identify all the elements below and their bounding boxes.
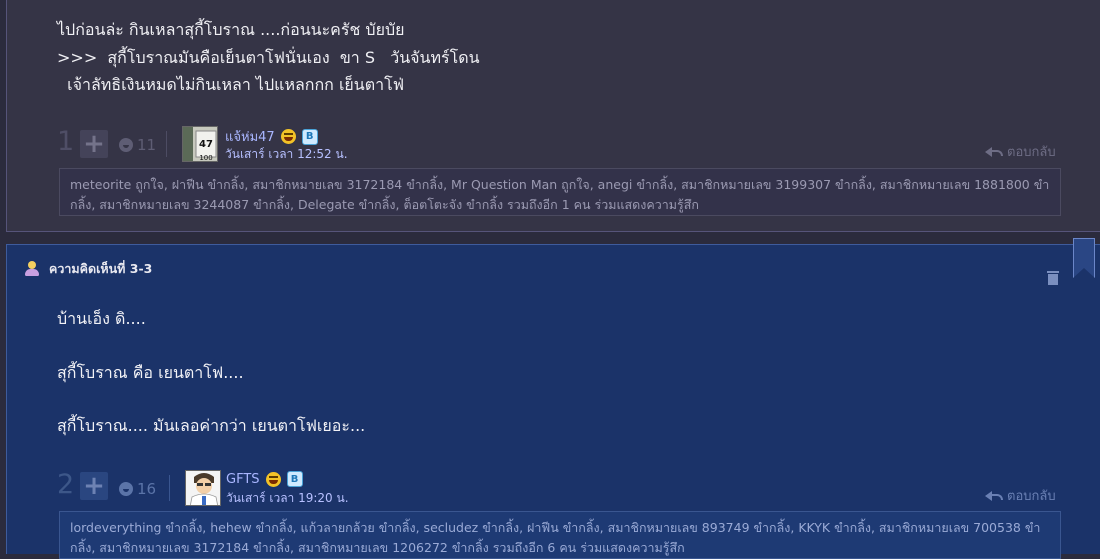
comment-number: ความคิดเห็นที่ 3-3 bbox=[49, 261, 153, 276]
avatar-image: 47 100 bbox=[183, 127, 217, 162]
comment-line: ไปก่อนล่ะ กินเหลาสุกี้โบราณ ....ก่อนนะคร… bbox=[57, 20, 405, 39]
comment-body: ไปก่อนล่ะ กินเหลาสุกี้โบราณ ....ก่อนนะคร… bbox=[57, 16, 480, 99]
reactions-summary: lordeverything ขำกลิ้ง, hehew ขำกลิ้ง, แ… bbox=[59, 511, 1061, 559]
blog-badge-icon[interactable]: B bbox=[301, 128, 318, 145]
trash-icon[interactable] bbox=[1047, 271, 1059, 285]
author-name[interactable]: GFTS bbox=[226, 472, 260, 487]
emotion-counter[interactable]: 16 bbox=[119, 480, 156, 498]
emotion-counter[interactable]: 11 bbox=[119, 136, 156, 154]
avatar[interactable]: 47 100 bbox=[182, 126, 218, 162]
plus-icon: + bbox=[83, 471, 105, 501]
reply-arrow-icon bbox=[985, 490, 1003, 502]
blog-badge-icon[interactable]: B bbox=[286, 471, 303, 487]
reply-button[interactable]: ตอบกลับ bbox=[985, 141, 1056, 162]
author-name[interactable]: แจ้ห่ม47 bbox=[225, 126, 275, 147]
author-line: แจ้ห่ม47 B bbox=[225, 126, 318, 147]
comment-line: เจ้าลัทธิเงินหมดไม่กินเหลา ไปแหลกกก เย็น… bbox=[57, 75, 405, 94]
post-time: วันเสาร์ เวลา 12:52 น. bbox=[225, 147, 348, 161]
comment-line: บ้านเอ็ง ดิ.... bbox=[57, 309, 146, 328]
reactions-summary: meteorite ถูกใจ, ฝาฟีน ขำกลิ้ง, สมาชิกหม… bbox=[59, 168, 1061, 216]
user-icon bbox=[25, 261, 39, 277]
emotion-face-icon bbox=[119, 482, 133, 496]
svg-text:47: 47 bbox=[199, 139, 213, 150]
reply-label: ตอบกลับ bbox=[1007, 489, 1056, 504]
plus-vote-button[interactable]: + bbox=[80, 472, 108, 500]
divider bbox=[166, 131, 167, 157]
svg-text:100: 100 bbox=[199, 154, 212, 162]
comment-header: ความคิดเห็นที่ 3-3 bbox=[25, 259, 152, 279]
avatar-image bbox=[186, 471, 220, 505]
reply-arrow-icon bbox=[985, 146, 1003, 158]
reply-label: ตอบกลับ bbox=[1007, 145, 1056, 160]
author-line: GFTS B bbox=[226, 471, 303, 487]
vote-number: 2 bbox=[57, 469, 75, 500]
emotion-count: 16 bbox=[137, 480, 157, 498]
reply-button[interactable]: ตอบกลับ bbox=[985, 485, 1056, 506]
plus-vote-button[interactable]: + bbox=[80, 130, 108, 158]
laughing-face-icon bbox=[280, 129, 296, 144]
comment-line: สุกี้โบราณ.... มันเลอค่ากว่า เยนตาโฟเยอะ… bbox=[57, 416, 366, 435]
laughing-face-icon bbox=[265, 471, 281, 487]
post-time: วันเสาร์ เวลา 19:20 น. bbox=[226, 491, 349, 505]
plus-icon: + bbox=[83, 129, 105, 159]
divider bbox=[169, 475, 170, 501]
comment-line: สุกี้โบราณ คือ เยนตาโฟ.... bbox=[57, 363, 244, 382]
emotion-face-icon bbox=[119, 138, 133, 152]
comment-card-2: ความคิดเห็นที่ 3-3 บ้านเอ็ง ดิ.... สุกี้… bbox=[6, 244, 1100, 559]
emotion-count: 11 bbox=[137, 136, 157, 154]
comment-line: >>> สุกี้โบราณมันคือเย็นตาโฟนั่นเอง ขา S… bbox=[57, 47, 480, 67]
comment-card-1: ไปก่อนล่ะ กินเหลาสุกี้โบราณ ....ก่อนนะคร… bbox=[6, 0, 1100, 232]
vote-number: 1 bbox=[57, 126, 75, 157]
avatar[interactable] bbox=[185, 470, 221, 506]
